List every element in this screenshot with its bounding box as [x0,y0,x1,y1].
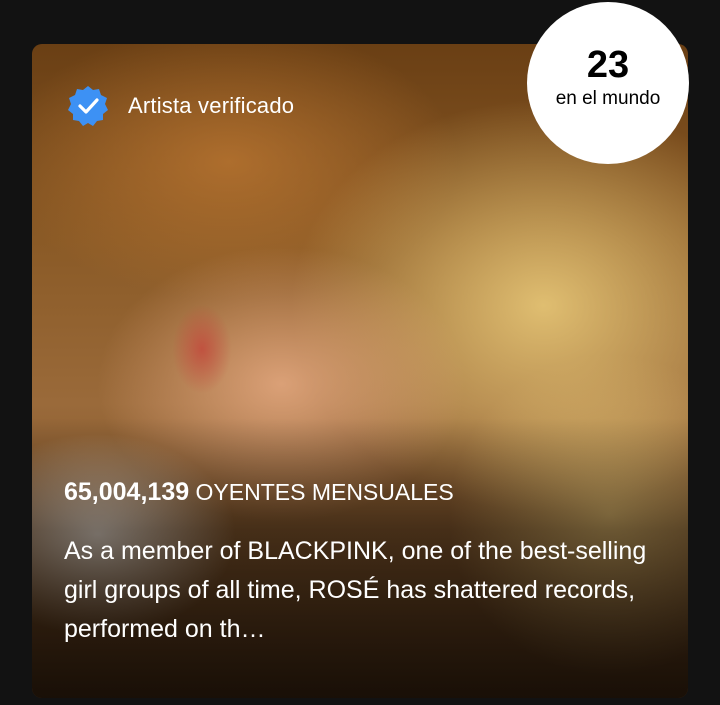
photo-detail [172,304,232,394]
verified-artist-label: Artista verificado [128,93,295,118]
verified-badge-icon [68,86,108,126]
world-rank-number: 23 [586,44,630,86]
monthly-listeners-label: OYENTES MENSUALES [195,479,454,505]
world-rank-label: en el mundo [555,88,661,109]
monthly-listeners-count: 65,004,139 [64,478,190,506]
world-rank-badge: 23 en el mundo [527,2,689,164]
verified-artist-row: Artista verificado [66,84,294,128]
monthly-listeners: 65,004,139 OYENTES MENSUALES [64,478,454,507]
artist-bio[interactable]: As a member of BLACKPINK, one of the bes… [64,532,664,649]
